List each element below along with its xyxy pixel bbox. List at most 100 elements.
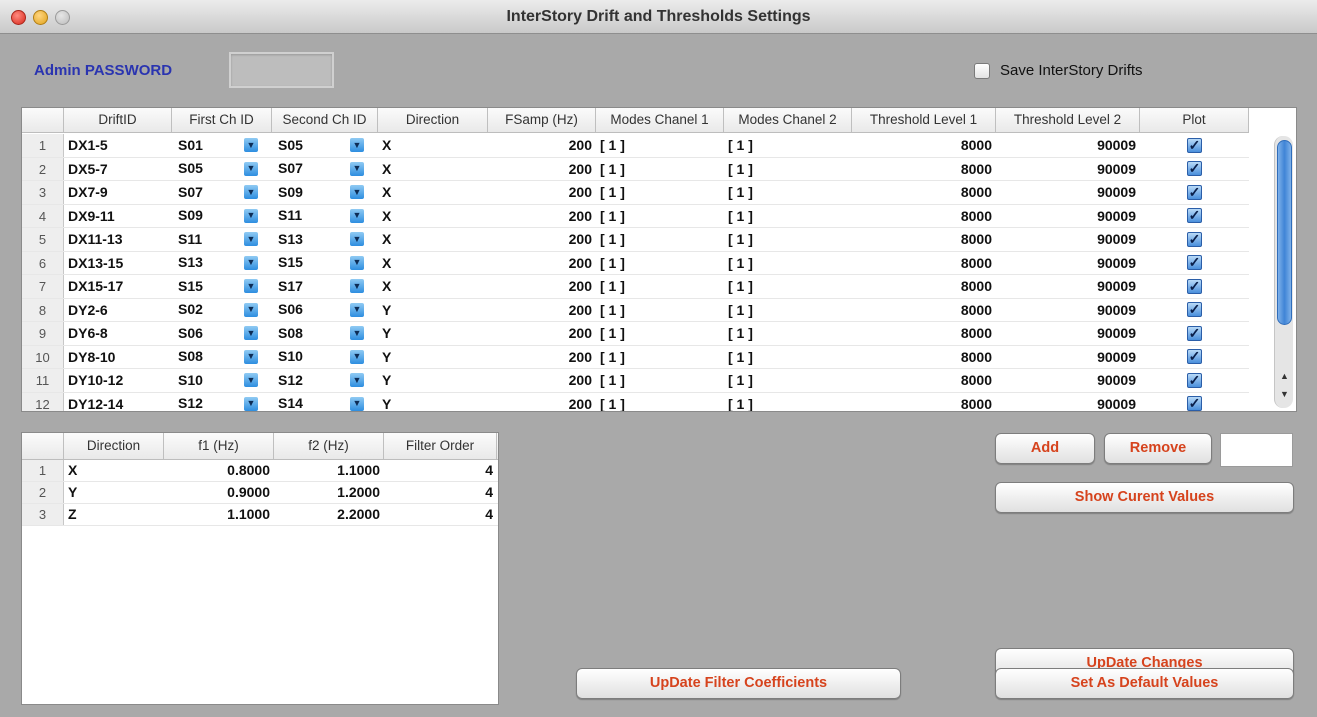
table-row[interactable]: 2 DX5-7 S05 ▼ S07 ▼ X 200[ 1 ][ 1 ] 8000 90009 ✓ — [22, 157, 1249, 181]
remove-button[interactable]: Remove — [1104, 433, 1212, 464]
table-row[interactable]: 9 DY6-8 S06 ▼ S08 ▼ Y 200[ 1 ][ 1 ] 8000 90009 ✓ — [22, 322, 1249, 346]
chevron-down-icon[interactable]: ▼ — [350, 349, 364, 364]
column-header[interactable]: f2 (Hz) — [274, 433, 384, 459]
chevron-down-icon[interactable]: ▼ — [350, 279, 364, 294]
table-row[interactable]: 12 DY12-14 S12 ▼ S14 ▼ Y 200[ 1 ][ 1 ] 8000 90009… — [22, 392, 1249, 412]
first-channel-select[interactable]: S02 ▼ — [172, 299, 272, 322]
chevron-down-icon[interactable]: ▼ — [244, 349, 258, 364]
set-default-values-button[interactable]: Set As Default Values — [995, 668, 1294, 699]
direction-cell[interactable]: X — [64, 460, 164, 481]
f1-cell[interactable]: 0.9000 — [164, 482, 274, 503]
direction-cell[interactable]: Y — [378, 393, 488, 412]
chevron-down-icon[interactable]: ▼ — [244, 396, 258, 411]
threshold-level-1-cell[interactable]: 8000 — [852, 393, 996, 412]
modes-channel-2-cell[interactable]: [ 1 ] — [724, 322, 852, 345]
modes-channel-1-cell[interactable]: [ 1 ] — [596, 322, 724, 345]
modes-channel-2-cell[interactable]: [ 1 ] — [724, 181, 852, 204]
column-header[interactable]: Modes Chanel 2 — [724, 108, 852, 132]
first-channel-select[interactable]: S10 ▼ — [172, 369, 272, 392]
column-header[interactable]: Threshold Level 1 — [852, 108, 996, 132]
chevron-down-icon[interactable]: ▼ — [244, 255, 258, 270]
table-row[interactable]: 2 Y 0.9000 1.2000 4 — [22, 482, 498, 504]
fsamp-cell[interactable]: 200 — [488, 299, 596, 322]
threshold-level-1-cell[interactable]: 8000 — [852, 299, 996, 322]
table-row[interactable]: 8 DY2-6 S02 ▼ S06 ▼ Y 200[ 1 ][ 1 ] 8000 90009 ✓ — [22, 298, 1249, 322]
direction-cell[interactable]: X — [378, 158, 488, 181]
threshold-level-1-cell[interactable]: 8000 — [852, 228, 996, 251]
fsamp-cell[interactable]: 200 — [488, 275, 596, 298]
modes-channel-2-cell[interactable]: [ 1 ] — [724, 158, 852, 181]
modes-channel-2-cell[interactable]: [ 1 ] — [724, 275, 852, 298]
column-header[interactable]: FSamp (Hz) — [488, 108, 596, 132]
direction-cell[interactable]: Y — [378, 346, 488, 369]
chevron-down-icon[interactable]: ▼ — [244, 138, 258, 153]
plot-checkbox[interactable]: ✓ — [1187, 184, 1202, 200]
fsamp-cell[interactable]: 200 — [488, 322, 596, 345]
modes-channel-1-cell[interactable]: [ 1 ] — [596, 369, 724, 392]
modes-channel-2-cell[interactable]: [ 1 ] — [724, 134, 852, 157]
drift-id-cell[interactable]: DY12-14 — [64, 393, 172, 412]
direction-cell[interactable]: Y — [64, 482, 164, 503]
drift-table-scrollbar[interactable]: ▲ ▼ — [1274, 136, 1293, 408]
second-channel-select[interactable]: S17 ▼ — [272, 275, 378, 298]
second-channel-select[interactable]: S07 ▼ — [272, 158, 378, 181]
threshold-level-2-cell[interactable]: 90009 — [996, 369, 1140, 392]
column-header[interactable]: Plot — [1140, 108, 1249, 132]
threshold-level-2-cell[interactable]: 90009 — [996, 275, 1140, 298]
fsamp-cell[interactable]: 200 — [488, 181, 596, 204]
plot-checkbox[interactable]: ✓ — [1187, 255, 1202, 271]
direction-cell[interactable]: X — [378, 275, 488, 298]
first-channel-select[interactable]: S01 ▼ — [172, 134, 272, 157]
plot-checkbox[interactable]: ✓ — [1187, 302, 1202, 318]
chevron-down-icon[interactable]: ▼ — [244, 208, 258, 223]
direction-cell[interactable]: X — [378, 134, 488, 157]
plot-checkbox[interactable]: ✓ — [1187, 208, 1202, 224]
threshold-level-1-cell[interactable]: 8000 — [852, 346, 996, 369]
filter-order-cell[interactable]: 4 — [384, 460, 497, 481]
column-header[interactable]: Direction — [64, 433, 164, 459]
chevron-down-icon[interactable]: ▼ — [350, 326, 364, 341]
second-channel-select[interactable]: S10 ▼ — [272, 346, 378, 369]
plot-checkbox[interactable]: ✓ — [1187, 278, 1202, 294]
first-channel-select[interactable]: S08 ▼ — [172, 346, 272, 369]
table-row[interactable]: 3 Z 1.1000 2.2000 4 — [22, 504, 498, 526]
threshold-level-1-cell[interactable]: 8000 — [852, 252, 996, 275]
f1-cell[interactable]: 0.8000 — [164, 460, 274, 481]
fsamp-cell[interactable]: 200 — [488, 346, 596, 369]
drift-id-cell[interactable]: DX9-11 — [64, 205, 172, 228]
second-channel-select[interactable]: S15 ▼ — [272, 252, 378, 275]
table-row[interactable]: 5 DX11-13 S11 ▼ S13 ▼ X 200[ 1 ][ 1 ] 8000 90009 ✓ — [22, 228, 1249, 252]
threshold-level-2-cell[interactable]: 90009 — [996, 134, 1140, 157]
drift-id-cell[interactable]: DY2-6 — [64, 299, 172, 322]
plot-checkbox[interactable]: ✓ — [1187, 325, 1202, 341]
drift-id-cell[interactable]: DX15-17 — [64, 275, 172, 298]
column-header[interactable]: f1 (Hz) — [164, 433, 274, 459]
modes-channel-1-cell[interactable]: [ 1 ] — [596, 181, 724, 204]
second-channel-select[interactable]: S06 ▼ — [272, 299, 378, 322]
table-row[interactable]: 1 DX1-5 S01 ▼ S05 ▼ X 200[ 1 ][ 1 ] 8000 90009 ✓ — [22, 134, 1249, 158]
table-row[interactable]: 10 DY8-10 S08 ▼ S10 ▼ Y 200[ 1 ][ 1 ] 8000 90009 ✓ — [22, 345, 1249, 369]
filter-order-cell[interactable]: 4 — [384, 504, 497, 525]
table-row[interactable]: 3 DX7-9 S07 ▼ S09 ▼ X 200[ 1 ][ 1 ] 8000 90009 ✓ — [22, 181, 1249, 205]
drift-id-cell[interactable]: DX11-13 — [64, 228, 172, 251]
drift-id-cell[interactable]: DX5-7 — [64, 158, 172, 181]
direction-cell[interactable]: X — [378, 181, 488, 204]
threshold-level-2-cell[interactable]: 90009 — [996, 346, 1140, 369]
direction-cell[interactable]: Y — [378, 299, 488, 322]
modes-channel-1-cell[interactable]: [ 1 ] — [596, 393, 724, 412]
direction-cell[interactable]: Z — [64, 504, 164, 525]
threshold-level-1-cell[interactable]: 8000 — [852, 158, 996, 181]
modes-channel-2-cell[interactable]: [ 1 ] — [724, 252, 852, 275]
chevron-down-icon[interactable]: ▼ — [350, 232, 364, 247]
fsamp-cell[interactable]: 200 — [488, 158, 596, 181]
plot-checkbox[interactable]: ✓ — [1187, 137, 1202, 153]
threshold-level-2-cell[interactable]: 90009 — [996, 158, 1140, 181]
drift-id-cell[interactable]: DY10-12 — [64, 369, 172, 392]
table-row[interactable]: 6 DX13-15 S13 ▼ S15 ▼ X 200[ 1 ][ 1 ] 8000 90009 ✓ — [22, 251, 1249, 275]
chevron-down-icon[interactable]: ▼ — [350, 302, 364, 317]
column-header[interactable]: Direction — [378, 108, 488, 132]
modes-channel-2-cell[interactable]: [ 1 ] — [724, 299, 852, 322]
scroll-thumb[interactable] — [1277, 140, 1292, 325]
chevron-down-icon[interactable]: ▼ — [350, 208, 364, 223]
column-header[interactable]: DriftID — [64, 108, 172, 132]
